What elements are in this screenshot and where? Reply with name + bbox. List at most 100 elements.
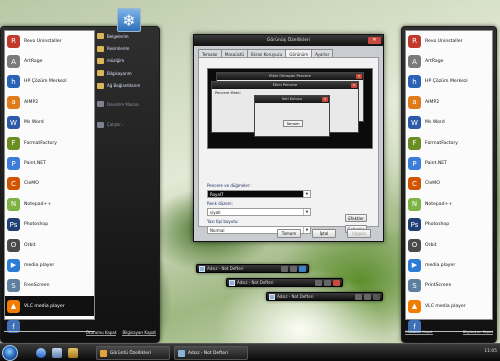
program-item[interactable]: O Orbit [5, 235, 94, 255]
close-icon[interactable]: ✕ [368, 37, 381, 44]
apply-button[interactable]: Uygula [347, 229, 371, 238]
windows-buttons-label: Pencere ve düğmeler: [207, 183, 251, 188]
places-item-label: Bilgisayarım [107, 70, 132, 76]
artrage-icon: A [7, 55, 20, 69]
close-icon[interactable] [373, 294, 380, 300]
program-item[interactable]: R Revo Uninstaller [406, 31, 492, 51]
program-item[interactable]: P Paint.NET [5, 153, 94, 173]
user-picture[interactable]: ❄ [117, 8, 141, 32]
program-item[interactable]: C CleMO [5, 174, 94, 194]
program-item[interactable]: A ArtRage [406, 51, 492, 71]
places-item[interactable]: Ağ Bağlantılarım [97, 80, 157, 92]
vlc-icon: ▲ [7, 299, 20, 313]
program-item[interactable]: ▶ media player [406, 255, 492, 275]
windows-buttons-value: Royal7 [210, 192, 224, 197]
maximize-icon[interactable] [324, 280, 331, 286]
folder-icon [97, 33, 104, 40]
printscreen-icon: S [408, 279, 421, 293]
program-item[interactable]: ▲ VLC media player [5, 296, 94, 317]
notepad-icon [178, 350, 185, 357]
preview-message-box: İleti Kutusu ✕ Tamam [254, 95, 330, 137]
logoff-label: Oturumu Kapat [405, 330, 433, 335]
start-button[interactable] [2, 345, 18, 361]
start-menu-right: R Revo Uninstaller A ArtRage h HP Çözüm Merke… [401, 26, 497, 345]
shutdown-button[interactable]: Bilgisayarı Kapat [462, 330, 493, 335]
folder-icon [97, 57, 104, 64]
program-item-label: Paint.NET [24, 161, 46, 167]
program-item[interactable]: ▶ media player [5, 255, 94, 275]
program-item[interactable]: S PrintScreen [406, 276, 492, 296]
notepadpp-icon: N [7, 197, 20, 211]
taskbar-button-notepad[interactable]: Adsız - Not Defteri [174, 346, 248, 360]
minimize-icon[interactable] [281, 266, 288, 272]
minimize-icon[interactable] [355, 294, 362, 300]
notepad-window[interactable]: Adsız - Not Defteri [196, 264, 309, 273]
maximize-icon[interactable] [364, 294, 371, 300]
close-icon[interactable] [333, 280, 340, 286]
places-item[interactable]: Resimlerim [97, 42, 157, 54]
paintnet-icon: P [7, 157, 20, 171]
places-item-label: Ağ Bağlantılarım [107, 83, 141, 89]
program-item[interactable]: R Revo Uninstaller [5, 31, 94, 51]
places-item[interactable]: Çalıştır... [97, 118, 157, 130]
dialog-titlebar[interactable]: Görünüş Özellikleri ✕ [194, 35, 383, 46]
program-item[interactable]: a AIMP2 [5, 92, 94, 112]
minimize-icon[interactable] [315, 280, 322, 286]
places-item[interactable]: müziğim [97, 55, 157, 67]
shutdown-button[interactable]: Bilgisayarı Kapat [122, 329, 156, 336]
program-item[interactable]: F FormatFactory [5, 133, 94, 153]
logoff-button[interactable]: Oturumu Kapat [85, 329, 117, 336]
logoff-button[interactable]: Oturumu Kapat [405, 330, 433, 335]
start-menu-left: R Revo Uninstaller A ArtRage h HP Çözüm Merke… [0, 26, 160, 345]
taskbar: Görüntü Özellikleri Adsız - Not Defteri … [0, 343, 500, 361]
orbit-icon: O [7, 238, 20, 252]
maximize-icon[interactable] [290, 266, 297, 272]
dialog-title: Görünüş Özellikleri [266, 38, 311, 43]
close-icon[interactable] [299, 266, 306, 272]
program-item[interactable]: N Notepad++ [406, 194, 492, 214]
notepad-window[interactable]: Adsız - Not Defteri [266, 292, 383, 301]
photoshop-icon: Ps [408, 218, 421, 232]
program-item[interactable]: O Orbit [406, 235, 492, 255]
program-item-label: FreeScreen [24, 283, 50, 289]
ie-icon[interactable] [36, 348, 46, 358]
program-item[interactable]: F FormatFactory [406, 133, 492, 153]
program-item-label: AIMP2 [24, 99, 39, 105]
notepad-window[interactable]: Adsız - Not Defteri [226, 278, 343, 287]
revo-icon: R [408, 34, 421, 48]
program-item[interactable]: h HP Çözüm Merkezi [406, 72, 492, 92]
program-item[interactable]: C CleMO [406, 174, 492, 194]
program-item[interactable]: h HP Çözüm Merkezi [5, 72, 94, 92]
places-item[interactable]: Denetim Masası [97, 98, 157, 110]
folder-icon [97, 101, 104, 108]
places-list: Belgelerim Resimlerim müziğim Bilgisayarım A… [97, 30, 157, 131]
program-item[interactable]: Ps Photoshop [406, 215, 492, 235]
close-icon: ✕ [356, 74, 362, 79]
effects-button[interactable]: Efektler [345, 214, 367, 222]
ok-button[interactable]: Tamam [277, 229, 301, 238]
power-bar: Oturumu Kapat Bilgisayarı Kapat [1, 324, 159, 340]
program-item[interactable]: ▲ VLC media player [406, 296, 492, 316]
aimp-icon: a [7, 95, 20, 109]
clock[interactable]: 11:05 [484, 349, 497, 354]
show-desktop-icon[interactable] [52, 348, 62, 358]
program-item[interactable]: N Notepad++ [5, 194, 94, 214]
preview-ok-button: Tamam [283, 120, 303, 127]
program-item[interactable]: a AIMP2 [406, 92, 492, 112]
windows-buttons-select[interactable]: Royal7 ▼ [207, 190, 311, 198]
cancel-button[interactable]: İptal [312, 229, 336, 238]
program-item[interactable]: W Ms Word [406, 113, 492, 133]
program-item[interactable]: A ArtRage [5, 51, 94, 71]
places-item-label: Denetim Masası [107, 101, 140, 107]
program-item[interactable]: S FreeScreen [5, 276, 94, 296]
program-item-label: Photoshop [425, 222, 450, 228]
places-item[interactable]: Bilgisayarım [97, 67, 157, 79]
color-scheme-select[interactable]: siyah ▼ [207, 208, 311, 216]
program-item[interactable]: P Paint.NET [406, 153, 492, 173]
power-bar: Oturumu Kapat Bilgisayarı Kapat [402, 324, 496, 340]
freescreen-icon: S [7, 279, 20, 293]
folder-icon[interactable] [68, 348, 78, 358]
taskbar-button-display[interactable]: Görüntü Özellikleri [96, 346, 170, 360]
program-item[interactable]: W Ms Word [5, 113, 94, 133]
program-item[interactable]: Ps Photoshop [5, 215, 94, 235]
